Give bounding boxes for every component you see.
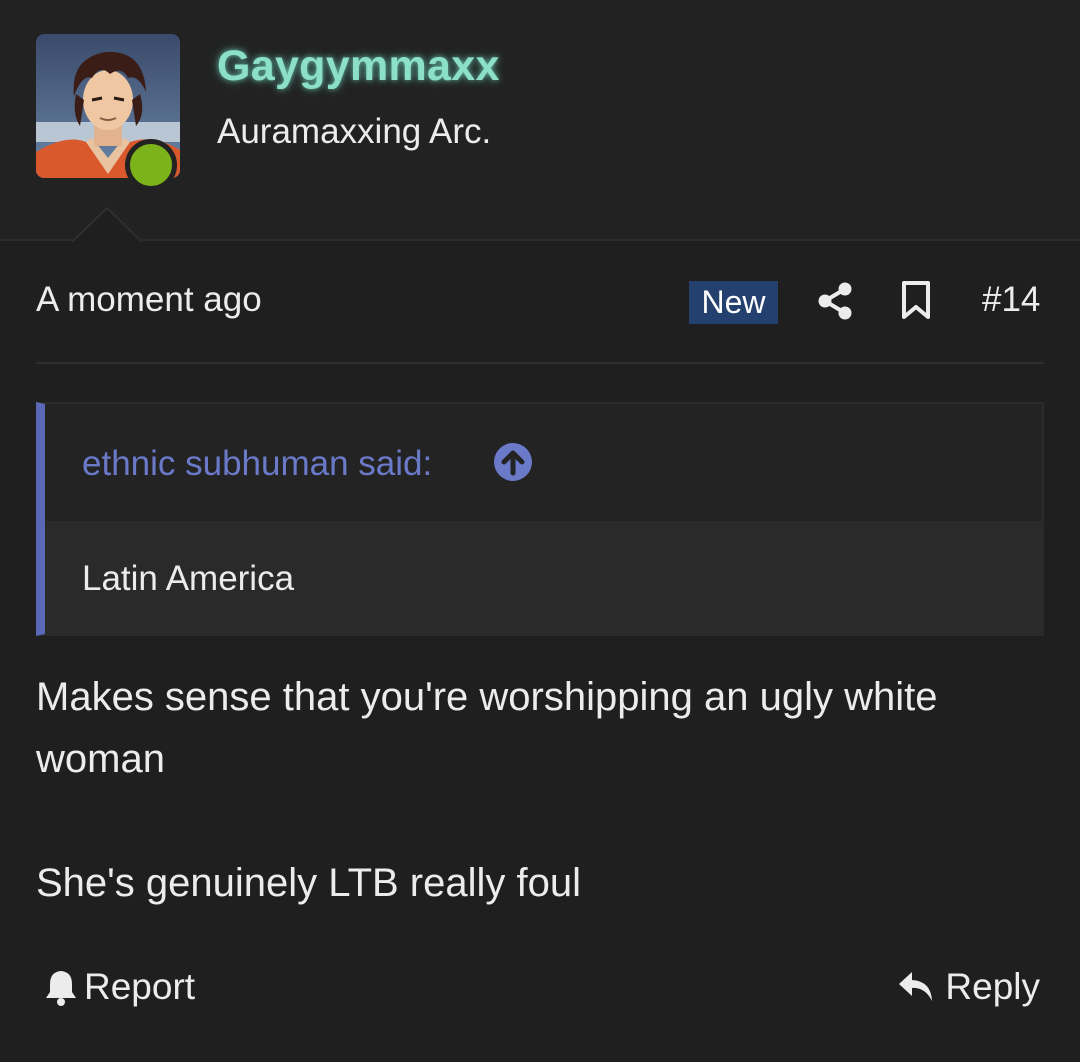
reply-arrow-icon (899, 972, 933, 1001)
report-button[interactable]: Report (44, 964, 195, 1010)
online-status-indicator (125, 139, 177, 191)
quote-header: ethnic subhuman said: (45, 404, 1042, 521)
header-pointer (72, 206, 142, 242)
new-badge: New (689, 281, 778, 324)
quote-body: Latin America (45, 521, 1042, 634)
quote-block: ethnic subhuman said: Latin America (36, 402, 1044, 636)
quote-author[interactable]: ethnic subhuman said: (82, 444, 432, 484)
bookmark-icon[interactable] (899, 280, 933, 320)
reply-label: Reply (945, 966, 1040, 1007)
post-number-link[interactable]: #14 (982, 280, 1040, 320)
report-label: Report (84, 966, 196, 1007)
message-body: Makes sense that you're worshipping an u… (36, 666, 1036, 914)
message-paragraph: She's genuinely LTB really foul (36, 861, 581, 905)
post-date[interactable]: A moment ago (36, 280, 262, 320)
divider (36, 362, 1044, 364)
bell-icon (46, 971, 76, 1006)
user-title: Auramaxxing Arc. (217, 112, 492, 151)
reply-button[interactable]: Reply (897, 964, 1040, 1010)
message-paragraph: Makes sense that you're worshipping an u… (36, 675, 938, 781)
quote-text: Latin America (82, 559, 295, 598)
username[interactable]: Gaygymmaxx (217, 42, 500, 91)
share-icon[interactable] (815, 281, 855, 321)
user-header: Gaygymmaxx Auramaxxing Arc. (0, 0, 1080, 242)
arrow-up-circle-icon[interactable] (493, 442, 533, 482)
